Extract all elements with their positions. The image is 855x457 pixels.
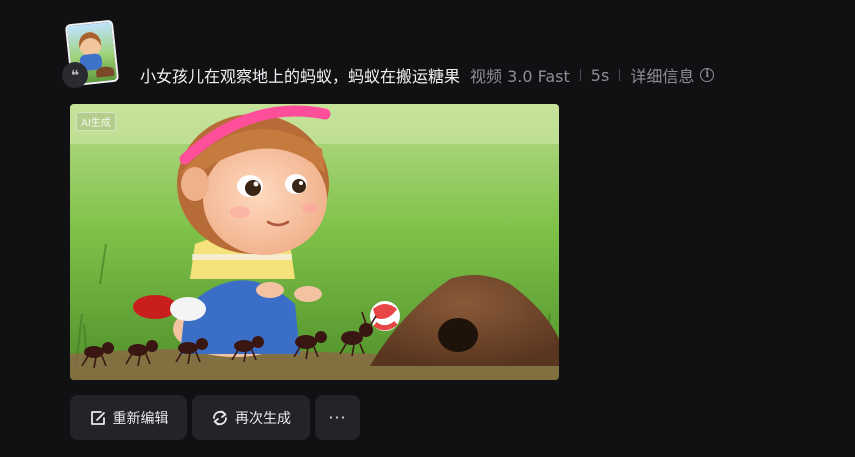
separator: [619, 69, 621, 81]
thumbnail-mound-shape: [95, 65, 115, 78]
separator: [579, 69, 581, 81]
quote-icon: ❝: [62, 62, 88, 88]
video-preview[interactable]: AI生成: [70, 104, 559, 380]
ai-generated-badge: AI生成: [76, 112, 116, 131]
model-label: 视频 3.0 Fast: [470, 67, 570, 86]
re-edit-label: 重新编辑: [112, 410, 169, 427]
regenerate-label: 再次生成: [235, 410, 291, 427]
re-edit-button[interactable]: 重新编辑: [70, 395, 187, 440]
prompt-text[interactable]: 小女孩儿在观察地上的蚂蚁，蚂蚁在搬运糖果: [140, 63, 460, 87]
edit-icon: [90, 410, 105, 425]
duration-label: 5s: [590, 65, 610, 85]
refresh-icon: [213, 410, 227, 425]
info-icon[interactable]: i: [700, 68, 715, 82]
regenerate-button[interactable]: 再次生成: [192, 395, 310, 440]
video-scene: [70, 104, 559, 380]
generation-header: ❝ 小女孩儿在观察地上的蚂蚁，蚂蚁在搬运糖果 视频 3.0 Fast 5s 详细…: [62, 19, 822, 88]
more-button[interactable]: ···: [315, 395, 360, 440]
more-icon: ···: [328, 408, 347, 427]
prompt-line: 小女孩儿在观察地上的蚂蚁，蚂蚁在搬运糖果 视频 3.0 Fast 5s 详细信息…: [140, 63, 715, 87]
details-link[interactable]: 详细信息: [630, 63, 694, 87]
